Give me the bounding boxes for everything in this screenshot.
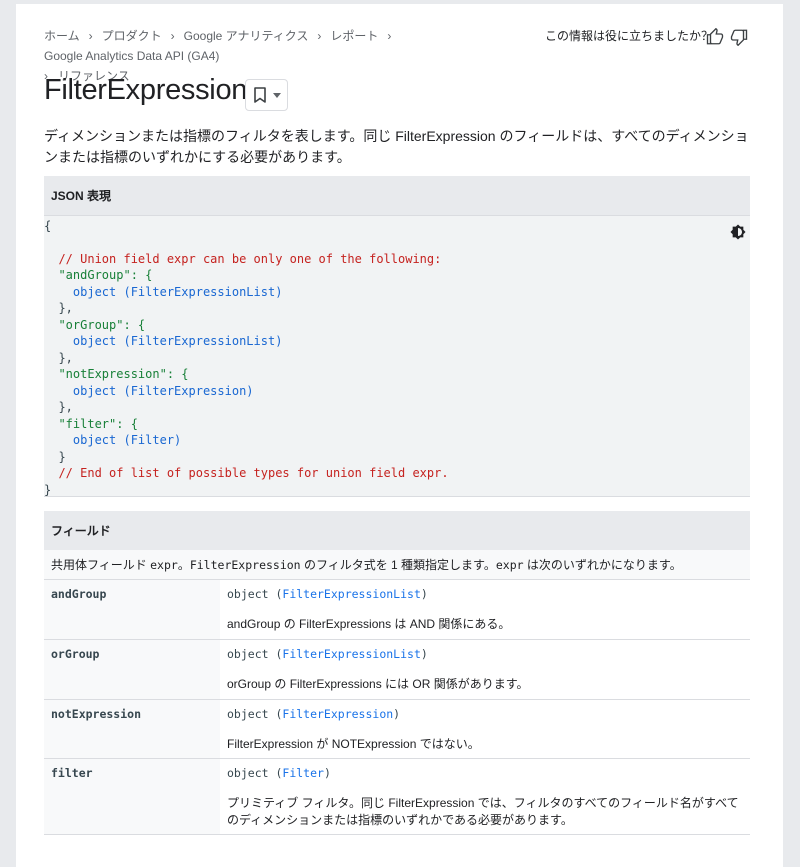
json-section-heading: JSON 表現	[44, 176, 750, 216]
code-line: // End of list of possible types for uni…	[44, 466, 449, 480]
bookmark-button[interactable]	[245, 79, 288, 111]
breadcrumb-item-analytics[interactable]: Google アナリティクス	[184, 29, 309, 43]
type-link[interactable]: FilterExpressionList	[282, 647, 420, 661]
chevron-right-icon: ›	[387, 29, 392, 43]
intro-text: 共用体フィールド	[51, 558, 151, 572]
field-row-filter: filter object (Filter) プリミティブ フィルタ。同じ Fi…	[44, 759, 750, 835]
breadcrumb-item-home[interactable]: ホーム	[44, 29, 80, 43]
code-line: {	[44, 219, 52, 233]
code-line: // Union field expr can be only one of t…	[44, 252, 442, 266]
theme-toggle-icon[interactable]	[730, 224, 746, 240]
page-content: ホーム › プロダクト › Google アナリティクス › レポート › Google Ana…	[16, 4, 783, 867]
field-name: filter	[44, 759, 220, 834]
field-description: andGroup の FilterExpressions は AND 関係にある…	[227, 617, 511, 631]
page-description: ディメンションまたは指標のフィルタを表します。同じ FilterExpressi…	[44, 128, 749, 165]
code-line: "andGroup": {	[44, 268, 153, 282]
code-line: "filter": {	[44, 417, 138, 431]
feedback-question: この情報は役に立ちましたか？	[545, 29, 714, 43]
code-line: object (FilterExpressionList)	[44, 285, 283, 299]
field-type: object (Filter)	[227, 766, 331, 780]
chevron-right-icon: ›	[88, 29, 93, 43]
breadcrumb-item-products[interactable]: プロダクト	[102, 29, 162, 43]
chevron-right-icon: ›	[317, 29, 322, 43]
fields-intro: 共用体フィールド expr。FilterExpression のフィルタ式を 1…	[44, 550, 750, 580]
code-line: },	[44, 301, 73, 315]
intro-code: expr	[495, 558, 524, 572]
code-line: object (Filter)	[44, 433, 182, 447]
intro-text: 。	[177, 558, 190, 572]
field-name: andGroup	[44, 580, 220, 639]
code-line: },	[44, 351, 73, 365]
field-row-andgroup: andGroup object (FilterExpressionList) a…	[44, 580, 750, 640]
type-link[interactable]: FilterExpressionList	[282, 587, 420, 601]
intro-code: expr	[150, 558, 178, 572]
bookmark-icon	[254, 87, 266, 103]
breadcrumb-item-reports[interactable]: レポート	[330, 29, 378, 43]
field-row-notexpression: notExpression object (FilterExpression) …	[44, 700, 750, 759]
field-description: FilterExpression が NOTExpression ではない。	[227, 737, 480, 751]
intro-code: FilterExpression	[189, 558, 301, 572]
page-title: FilterExpression	[44, 74, 248, 106]
chevron-down-icon	[273, 93, 281, 98]
code-line: }	[44, 450, 66, 464]
field-type: object (FilterExpression)	[227, 707, 401, 721]
field-name: orGroup	[44, 640, 220, 699]
code-line: },	[44, 400, 73, 414]
field-type: object (FilterExpressionList)	[227, 587, 428, 601]
chevron-right-icon: ›	[170, 29, 175, 43]
fields-section-heading: フィールド	[44, 511, 750, 551]
field-row-orgroup: orGroup object (FilterExpressionList) or…	[44, 640, 750, 700]
field-name: notExpression	[44, 700, 220, 758]
code-line: object (FilterExpressionList)	[44, 334, 283, 348]
thumb-down-icon[interactable]	[730, 28, 748, 46]
type-link[interactable]: Filter	[282, 766, 324, 780]
json-code-block: { // Union field expr can be only one of…	[44, 216, 750, 497]
field-type: object (FilterExpressionList)	[227, 647, 428, 661]
thumb-up-icon[interactable]	[706, 28, 724, 46]
code-line: "orGroup": {	[44, 318, 146, 332]
code-line: object (FilterExpression)	[44, 384, 254, 398]
field-description: orGroup の FilterExpressions には OR 関係がありま…	[227, 677, 529, 691]
type-link[interactable]: FilterExpression	[282, 707, 393, 721]
breadcrumb-item-data-api[interactable]: Google Analytics Data API (GA4)	[44, 49, 219, 63]
code-line: }	[44, 483, 52, 497]
field-description: プリミティブ フィルタ。同じ FilterExpression では、フィルタの…	[227, 796, 739, 827]
intro-text: のフィルタ式を 1 種類指定します。	[300, 558, 496, 572]
intro-text: は次のいずれかになります。	[523, 558, 682, 572]
code-line: "notExpression": {	[44, 367, 189, 381]
